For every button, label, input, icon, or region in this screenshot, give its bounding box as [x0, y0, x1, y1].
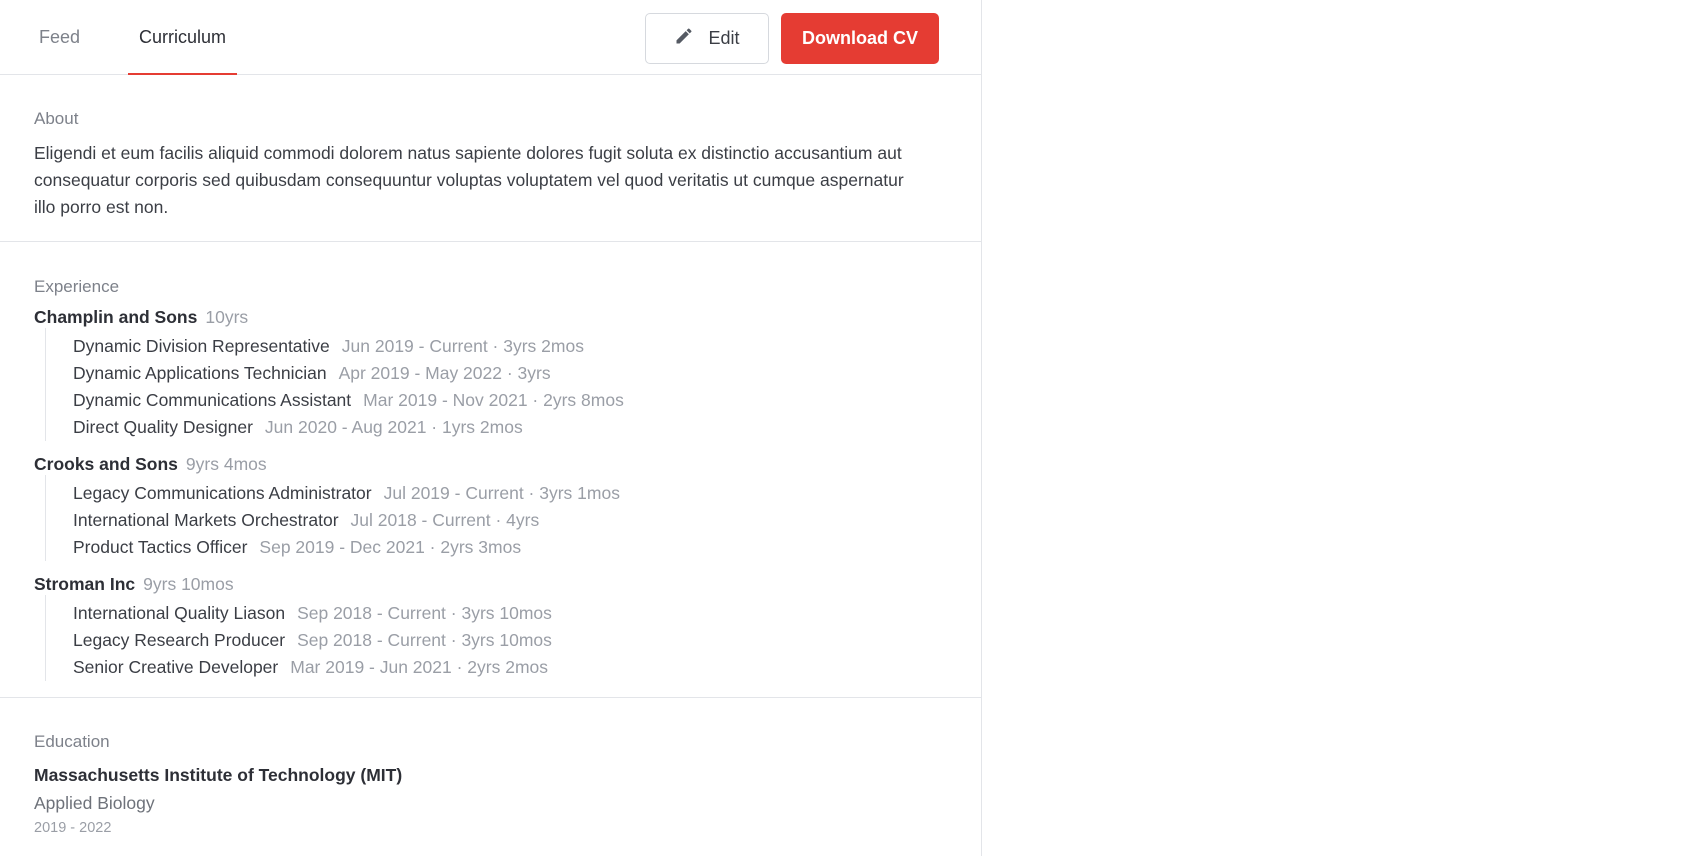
company-list: Champlin and Sons 10yrs Dynamic Division R… — [34, 306, 947, 681]
role-title: International Markets Orchestrator — [73, 510, 339, 530]
company-entry: Champlin and Sons 10yrs Dynamic Division R… — [34, 306, 947, 441]
role-dates: Sep 2018 - Current · 3yrs 10mos — [297, 603, 552, 623]
company-header: Crooks and Sons 9yrs 4mos — [34, 453, 947, 475]
role-item: Dynamic Applications Technician Apr 2019 … — [73, 360, 947, 387]
education-label: Education — [34, 732, 110, 751]
about-label: About — [34, 109, 79, 128]
about-section: About Eligendi et eum facilis aliquid co… — [0, 109, 981, 221]
role-item: Legacy Research Producer Sep 2018 - Curre… — [73, 627, 947, 654]
role-dates: Jul 2019 - Current · 3yrs 1mos — [383, 483, 620, 503]
role-dates: Mar 2019 - Jun 2021 · 2yrs 2mos — [290, 657, 549, 677]
tab-feed[interactable]: Feed — [39, 0, 80, 74]
role-list: Legacy Communications Administrator Jul 2… — [45, 475, 947, 561]
tab-curriculum[interactable]: Curriculum — [128, 0, 237, 75]
field-of-study: Applied Biology — [34, 793, 155, 813]
role-item: Legacy Communications Administrator Jul 2… — [73, 480, 947, 507]
role-title: Senior Creative Developer — [73, 657, 279, 677]
role-dates: Jun 2019 - Current · 3yrs 2mos — [341, 336, 584, 356]
role-item: Dynamic Communications Assistant Mar 2019… — [73, 387, 947, 414]
education-section: Education Massachusetts Institute of Tec… — [0, 732, 981, 838]
company-entry: Crooks and Sons 9yrs 4mos Legacy Communica… — [34, 453, 947, 561]
role-dates: Mar 2019 - Nov 2021 · 2yrs 8mos — [363, 390, 624, 410]
role-title: Product Tactics Officer — [73, 537, 248, 557]
role-dates: Sep 2018 - Current · 3yrs 10mos — [297, 630, 552, 650]
company-name: Crooks and Sons — [34, 454, 178, 474]
divider — [0, 697, 982, 698]
download-cv-button[interactable]: Download CV — [781, 13, 939, 64]
pencil-icon — [674, 26, 694, 51]
role-title: Direct Quality Designer — [73, 417, 253, 437]
company-duration: 9yrs 4mos — [185, 454, 267, 474]
about-text: Eligendi et eum facilis aliquid commodi … — [34, 143, 904, 217]
divider — [0, 241, 982, 242]
role-title: Legacy Communications Administrator — [73, 483, 372, 503]
edit-button-label: Edit — [708, 28, 740, 48]
company-entry: Stroman Inc 9yrs 10mos International Quali… — [34, 573, 947, 681]
role-dates: Jun 2020 - Aug 2021 · 1yrs 2mos — [264, 417, 523, 437]
role-title: International Quality Liason — [73, 603, 286, 623]
experience-section: Experience Champlin and Sons 10yrs Dynamic… — [0, 277, 981, 681]
role-item: Dynamic Division Representative Jun 2019 … — [73, 333, 947, 360]
role-item: Direct Quality Designer Jun 2020 - Aug 20… — [73, 414, 947, 441]
role-item: Senior Creative Developer Mar 2019 - Jun … — [73, 654, 947, 681]
role-title: Dynamic Division Representative — [73, 336, 330, 356]
role-item: International Quality Liason Sep 2018 - C… — [73, 600, 947, 627]
header: Feed Curriculum Edit Download CV — [0, 0, 981, 75]
education-years: 2019 - 2022 — [34, 820, 112, 836]
role-title: Legacy Research Producer — [73, 630, 286, 650]
role-dates: Sep 2019 - Dec 2021 · 2yrs 3mos — [259, 537, 522, 557]
role-item: International Markets Orchestrator Jul 20… — [73, 507, 947, 534]
edit-button[interactable]: Edit — [645, 13, 769, 64]
role-list: Dynamic Division Representative Jun 2019 … — [45, 328, 947, 441]
experience-label: Experience — [34, 277, 120, 296]
role-title: Dynamic Communications Assistant — [73, 390, 352, 410]
company-name: Champlin and Sons — [34, 307, 198, 327]
role-list: International Quality Liason Sep 2018 - C… — [45, 595, 947, 681]
company-duration: 10yrs — [205, 307, 249, 327]
role-title: Dynamic Applications Technician — [73, 363, 327, 383]
company-duration: 9yrs 10mos — [143, 574, 234, 594]
role-dates: Apr 2019 - May 2022 · 3yrs — [338, 363, 551, 383]
curriculum-panel: Feed Curriculum Edit Download CV About E… — [0, 0, 982, 856]
company-header: Champlin and Sons 10yrs — [34, 306, 947, 328]
company-header: Stroman Inc 9yrs 10mos — [34, 573, 947, 595]
role-item: Product Tactics Officer Sep 2019 - Dec 20… — [73, 534, 947, 561]
company-name: Stroman Inc — [34, 574, 136, 594]
school-name: Massachusetts Institute of Technology (M… — [34, 765, 403, 785]
role-dates: Jul 2018 - Current · 4yrs — [350, 510, 540, 530]
